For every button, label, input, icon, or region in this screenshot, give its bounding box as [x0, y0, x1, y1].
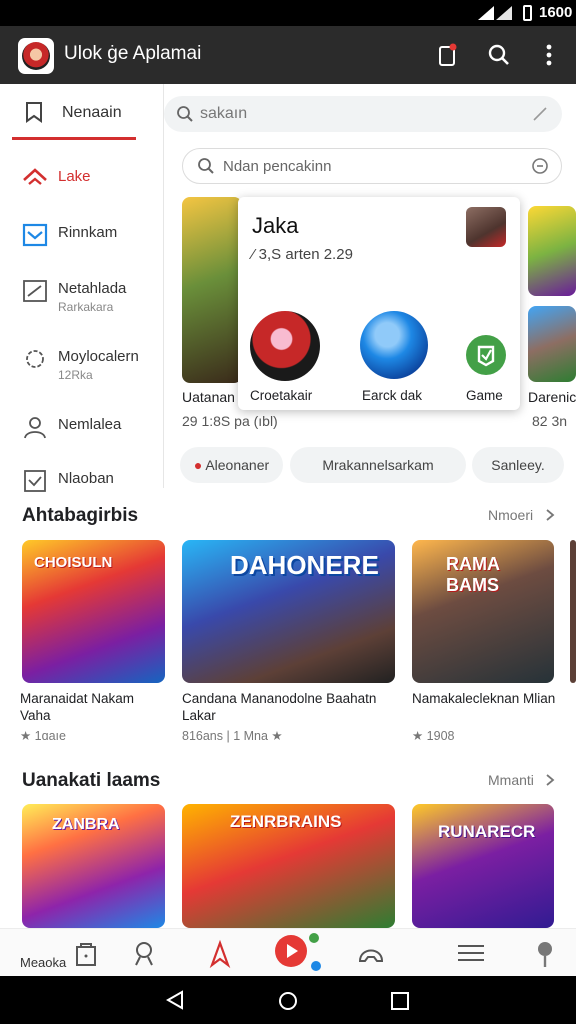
- chip-mrakannelsarkam[interactable]: Mrakannelsarkam: [290, 447, 466, 483]
- section-title: Ahtabagirbis: [22, 505, 139, 526]
- sidebar: Lake Rinnkam Netahlada Rarkakara Moyloca…: [0, 84, 164, 492]
- popup-app-label: Croetakair: [250, 388, 313, 403]
- play-button[interactable]: [275, 935, 307, 967]
- menu-icon[interactable]: [455, 937, 487, 969]
- popup-subtitle: ⁄ 3,S arten 2.29: [252, 246, 353, 263]
- back-icon[interactable]: [164, 990, 186, 1010]
- game-title[interactable]: Meaoka: [20, 955, 67, 970]
- location-pin-icon[interactable]: [529, 937, 561, 969]
- chart-icon: [23, 280, 47, 302]
- sidebar-item-label: Moylocalern: [58, 348, 139, 365]
- search-icon: [198, 158, 214, 174]
- play-icon: [287, 944, 298, 958]
- chip-aleonaner[interactable]: ● Aleonaner: [180, 447, 283, 483]
- person-icon: [24, 417, 46, 439]
- checkbox-icon: [24, 470, 46, 492]
- recents-icon[interactable]: [390, 991, 410, 1011]
- popup-game-thumbnail[interactable]: [466, 207, 506, 247]
- game-title[interactable]: Candana Mananodolne Baahatn Lakar: [182, 690, 397, 724]
- section-title: Uanakati laams: [22, 770, 161, 791]
- game-card-image[interactable]: RUNARECR: [412, 804, 554, 928]
- content-search-bar[interactable]: Ndan pencakinn: [182, 148, 562, 184]
- home-button-icon[interactable]: [277, 990, 299, 1012]
- game-card-image-partial[interactable]: [570, 540, 576, 683]
- sidebar-item-profile[interactable]: Nemlalea: [0, 398, 164, 454]
- sidebar-item-label: Netahlada: [58, 280, 127, 297]
- bookmark-flag-icon[interactable]: [204, 937, 236, 969]
- status-dot-green: [309, 933, 319, 943]
- search-bar[interactable]: sakaın: [164, 96, 562, 132]
- game-card-image[interactable]: ZENRBRAINS: [182, 804, 395, 928]
- see-more-link[interactable]: Mmanti: [488, 772, 534, 788]
- sidebar-item-label: Nemlalea: [58, 416, 122, 433]
- game-title[interactable]: Namakalecleknan Mlian: [412, 690, 556, 707]
- chevron-right-icon[interactable]: [544, 773, 556, 787]
- content-search-placeholder: Ndan pencakinn: [223, 158, 332, 175]
- fire-icon: ●: [193, 457, 203, 473]
- popup-title: Jaka: [252, 213, 299, 238]
- game-rating: ★ 1ɑaıe: [20, 729, 66, 743]
- featured-right-sub: 82 3n: [532, 413, 568, 429]
- signal-icon: [478, 6, 512, 20]
- sidebar-item-label: Rinnkam: [58, 224, 118, 241]
- settings-icon: [26, 350, 44, 368]
- sidebar-item-home[interactable]: Lake: [0, 150, 164, 206]
- bottom-navigation: Meaoka: [0, 928, 576, 976]
- notifications-icon[interactable]: [432, 40, 462, 70]
- clear-icon[interactable]: [531, 157, 549, 175]
- game-title[interactable]: Maranaidat Nakam Vaha: [20, 690, 165, 724]
- sidebar-item-library[interactable]: Nlaoban: [0, 452, 164, 508]
- search-placeholder: sakaın: [200, 105, 248, 122]
- featured-left-caption: Uatanan: [182, 389, 235, 405]
- chip-sanleey[interactable]: Sanleey.: [472, 447, 564, 483]
- character-icon[interactable]: [128, 937, 160, 969]
- sidebar-item-rankings[interactable]: Rinnkam: [0, 206, 164, 262]
- sidebar-item-label: Lake: [58, 168, 91, 185]
- see-more-link[interactable]: Nmoeri: [488, 507, 533, 523]
- app-icon-earck-dak[interactable]: [360, 311, 428, 379]
- app-bar: Ulok ġe Aplamai: [0, 26, 576, 84]
- sidebar-item-label: Nlaoban: [58, 470, 114, 487]
- status-time: 1600: [539, 4, 573, 21]
- featured-right-caption: Darenic: [528, 389, 576, 405]
- shopping-bag-icon[interactable]: [70, 937, 102, 969]
- game-rating: 816ans | 1 Mna ★: [182, 729, 283, 743]
- gamepad-icon[interactable]: [355, 937, 387, 969]
- sidebar-item-sublabel: 12Rka: [58, 368, 93, 382]
- search-icon[interactable]: [484, 40, 514, 70]
- featured-game-right-bottom-image[interactable]: [528, 306, 576, 382]
- home-icon: [23, 168, 47, 185]
- app-icon-croetakair[interactable]: [250, 311, 320, 381]
- status-dot-blue: [311, 961, 321, 971]
- featured-game-right-top-image[interactable]: [528, 206, 576, 296]
- game-card-image[interactable]: CHOISULN: [22, 540, 165, 683]
- status-bar: 1600: [0, 0, 576, 26]
- game-card-image[interactable]: RAMA BAMS: [412, 540, 554, 683]
- edit-icon[interactable]: [532, 106, 548, 122]
- popup-app-label: Earck dak: [362, 388, 423, 403]
- popup-app-label: Game: [466, 388, 503, 403]
- search-icon: [177, 106, 193, 122]
- inbox-icon: [22, 223, 48, 247]
- app-title: Ulok ġe Aplamai: [64, 43, 202, 64]
- game-card-image[interactable]: ZANBRA: [22, 804, 165, 928]
- overflow-menu-icon[interactable]: [534, 40, 564, 70]
- featured-left-sub: 29 1:8S pa (ıbl): [182, 413, 278, 429]
- sidebar-item-sublabel: Rarkakara: [58, 300, 114, 314]
- quick-view-popup[interactable]: Jaka ⁄ 3,S arten 2.29 Croetakair Earck d…: [238, 197, 520, 410]
- game-card-image[interactable]: DAHONERE: [182, 540, 395, 683]
- featured-game-left-image[interactable]: [182, 197, 242, 383]
- app-icon-game[interactable]: [466, 335, 506, 375]
- system-navigation-bar: [0, 976, 576, 1024]
- chevron-right-icon[interactable]: [544, 508, 556, 522]
- app-logo[interactable]: [18, 38, 54, 74]
- battery-icon: [523, 5, 532, 21]
- play-icon: [477, 345, 495, 367]
- sidebar-item-collections[interactable]: Moylocalern 12Rka: [0, 330, 164, 396]
- game-rating: ★ 1908: [412, 729, 455, 743]
- sidebar-item-details[interactable]: Netahlada Rarkakara: [0, 262, 164, 328]
